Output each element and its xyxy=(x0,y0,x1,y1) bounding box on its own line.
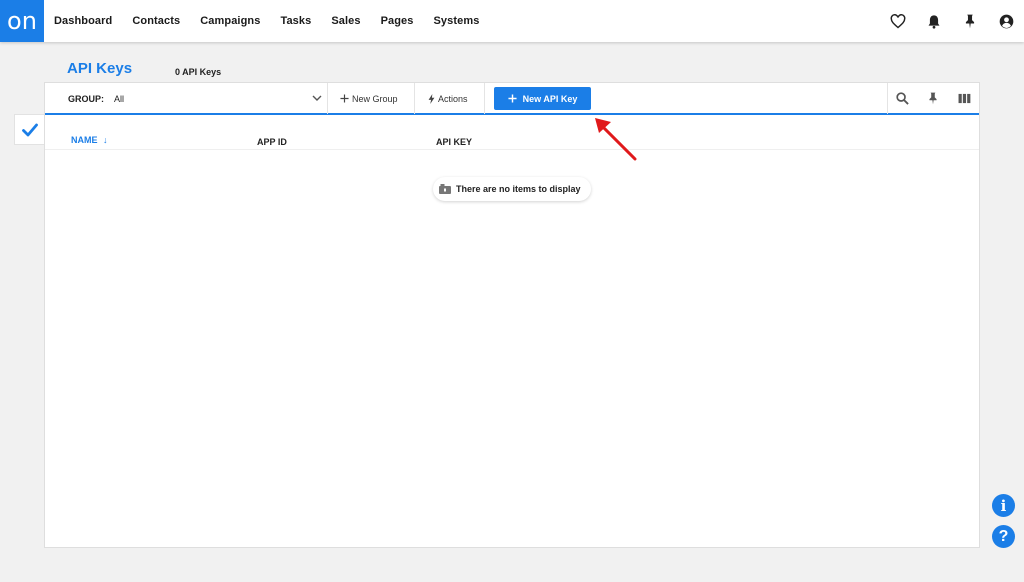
top-icons xyxy=(880,0,1024,42)
column-header-app-id[interactable]: APP ID xyxy=(257,137,287,147)
pin-icon xyxy=(929,92,937,105)
pin-button[interactable] xyxy=(918,83,948,114)
bell-icon[interactable] xyxy=(916,0,952,42)
nav-contacts[interactable]: Contacts xyxy=(132,15,180,27)
actions-button[interactable]: Actions xyxy=(428,83,468,114)
item-count: 0 API Keys xyxy=(175,67,222,77)
nav-dashboard[interactable]: Dashboard xyxy=(54,15,112,27)
chevron-down-icon[interactable] xyxy=(311,92,323,104)
header-divider xyxy=(45,149,979,150)
empty-state-text: There are no items to display xyxy=(456,184,581,194)
annotation-arrow-icon xyxy=(595,118,637,161)
nav-systems[interactable]: Systems xyxy=(433,15,479,27)
page-title: API Keys xyxy=(67,60,133,77)
column-header-name[interactable]: NAME ↓ xyxy=(71,135,108,145)
info-icon: i xyxy=(1000,496,1007,515)
sort-arrow-icon: ↓ xyxy=(103,135,108,145)
empty-box-icon xyxy=(439,184,451,194)
nav-pages[interactable]: Pages xyxy=(381,15,414,27)
list-toolbar: GROUP: All New Group Actions New API Key xyxy=(45,83,979,115)
plus-icon xyxy=(340,94,349,103)
app-logo[interactable]: on xyxy=(0,0,44,42)
new-group-label: New Group xyxy=(352,93,398,104)
column-name-label: NAME xyxy=(71,135,98,145)
help-icon: ? xyxy=(998,527,1009,545)
empty-state-message: There are no items to display xyxy=(433,177,591,201)
bolt-icon xyxy=(428,93,435,104)
group-label: GROUP: xyxy=(68,94,104,104)
column-header-api-key[interactable]: API KEY xyxy=(436,137,472,147)
main-nav: Dashboard Contacts Campaigns Tasks Sales… xyxy=(54,15,499,27)
api-keys-panel: GROUP: All New Group Actions New API Key xyxy=(44,82,980,548)
nav-tasks[interactable]: Tasks xyxy=(280,15,311,27)
checkmark-icon xyxy=(21,123,38,136)
new-group-button[interactable]: New Group xyxy=(340,83,398,114)
help-button[interactable]: ? xyxy=(992,525,1015,548)
top-nav-bar: on Dashboard Contacts Campaigns Tasks Sa… xyxy=(0,0,1024,42)
pin-icon[interactable] xyxy=(952,0,988,42)
search-icon xyxy=(895,92,909,105)
nav-campaigns[interactable]: Campaigns xyxy=(200,15,260,27)
logo-text: on xyxy=(7,7,37,35)
group-value: All xyxy=(114,94,125,104)
new-api-key-label: New API Key xyxy=(522,93,578,104)
selection-toggle[interactable] xyxy=(14,114,44,145)
columns-icon xyxy=(958,93,970,104)
info-button[interactable]: i xyxy=(992,494,1015,517)
actions-label: Actions xyxy=(438,93,468,104)
search-button[interactable] xyxy=(887,83,917,114)
nav-sales[interactable]: Sales xyxy=(331,15,360,27)
toolbar-divider xyxy=(327,83,328,114)
plus-icon xyxy=(508,94,517,103)
user-icon[interactable] xyxy=(988,0,1024,42)
toolbar-divider xyxy=(414,83,415,114)
heart-icon[interactable] xyxy=(880,0,916,42)
new-api-key-button[interactable]: New API Key xyxy=(494,87,591,110)
columns-button[interactable] xyxy=(949,83,979,114)
toolbar-divider xyxy=(484,83,485,114)
